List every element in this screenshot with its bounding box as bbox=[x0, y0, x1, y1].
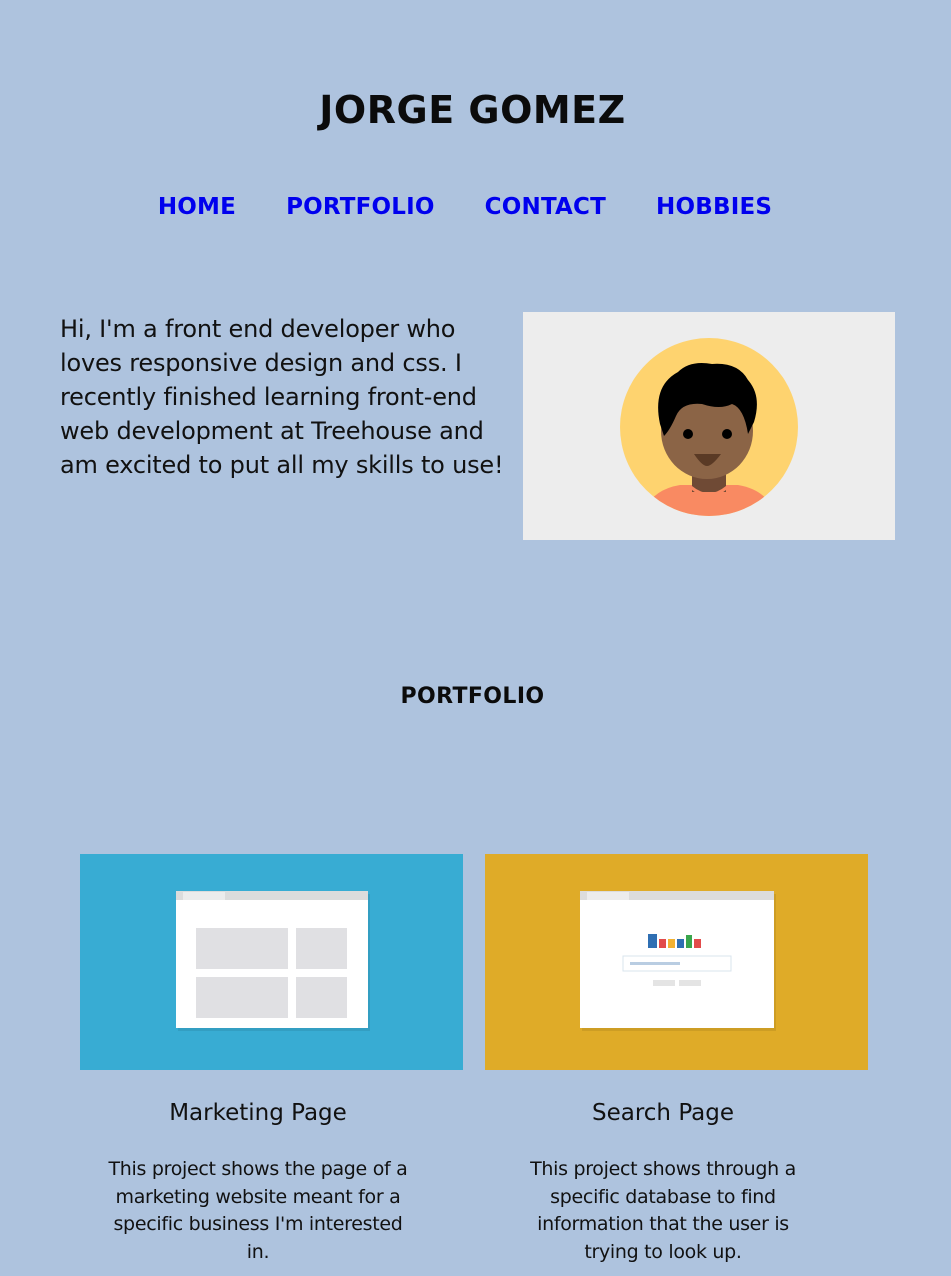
search-project-thumbnail[interactable] bbox=[485, 854, 868, 1070]
avatar-illustration-icon bbox=[620, 338, 798, 516]
nav-link-hobbies[interactable]: HOBBIES bbox=[656, 194, 772, 220]
marketing-project-thumbnail[interactable] bbox=[80, 854, 463, 1070]
intro-text: Hi, I'm a front end developer who loves … bbox=[60, 315, 504, 479]
search-page-wireframe-icon bbox=[580, 891, 776, 1031]
nav-link-portfolio[interactable]: PORTFOLIO bbox=[286, 194, 435, 220]
nav-link-home[interactable]: HOME bbox=[158, 194, 236, 220]
main-nav: HOME PORTFOLIO CONTACT HOBBIES bbox=[0, 194, 930, 220]
search-project-description: This project shows through a specific da… bbox=[530, 1158, 796, 1263]
marketing-project-title: Marketing Page bbox=[169, 1100, 347, 1126]
profile-image bbox=[523, 312, 895, 540]
marketing-project-description: This project shows the page of a marketi… bbox=[108, 1158, 408, 1263]
portfolio-heading: PORTFOLIO bbox=[400, 684, 545, 709]
search-project-title: Search Page bbox=[591, 1100, 734, 1126]
nav-link-contact[interactable]: CONTACT bbox=[485, 194, 606, 220]
marketing-page-wireframe-icon bbox=[176, 891, 370, 1031]
site-title: JORGE GOMEZ bbox=[319, 88, 626, 132]
